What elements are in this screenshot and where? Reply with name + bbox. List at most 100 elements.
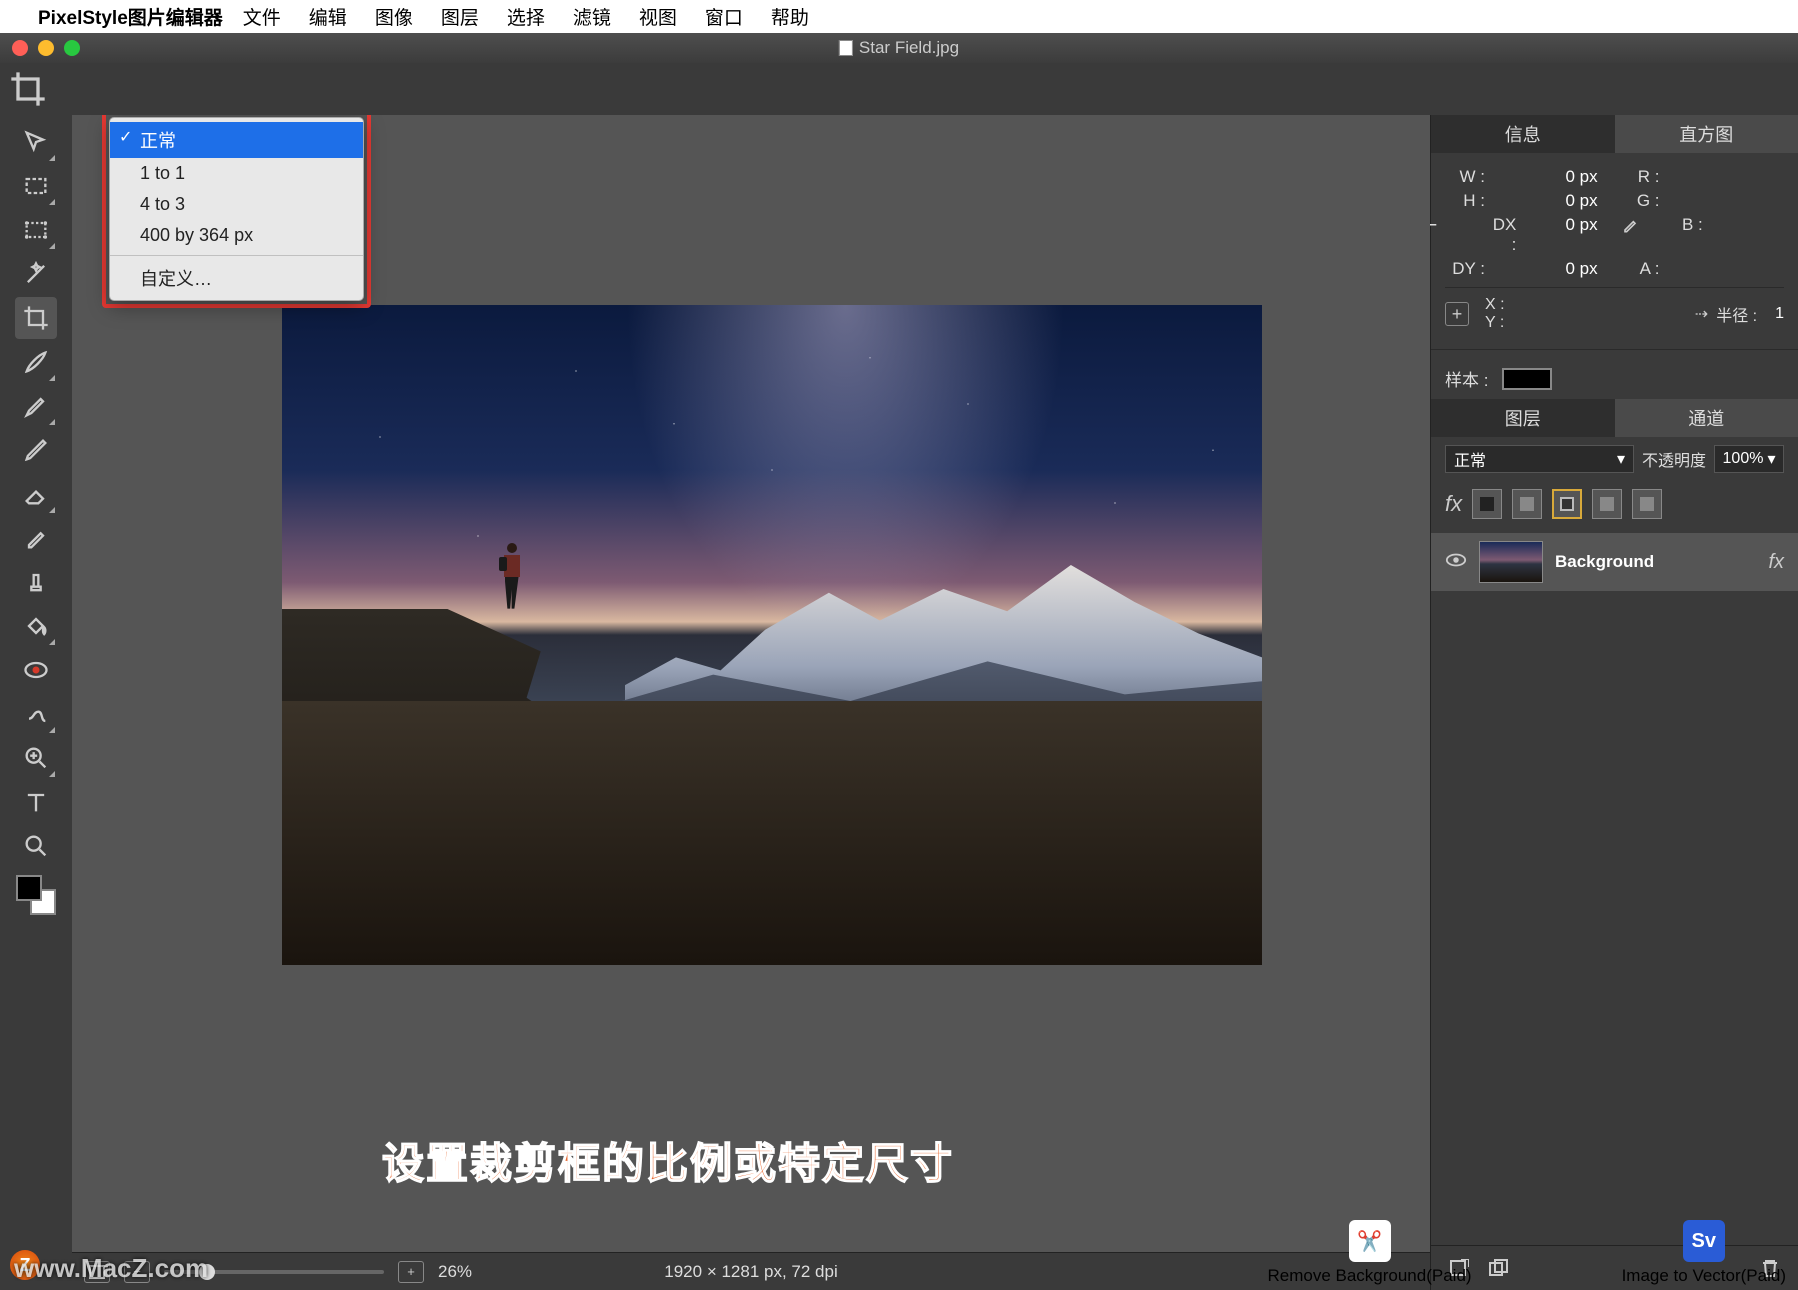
plugin-a-label: Remove Background(Paid) <box>1267 1266 1471 1286</box>
info-r <box>1740 167 1784 187</box>
info-h: 0 px <box>1566 191 1610 211</box>
app-name[interactable]: PixelStyle图片编辑器 <box>38 3 223 30</box>
plugin-vector[interactable]: Sv Image to Vector(Paid) <box>1622 1220 1786 1286</box>
zoom-tool[interactable] <box>15 737 57 779</box>
layer-name: Background <box>1555 552 1756 572</box>
minimize-window-button[interactable] <box>38 40 54 56</box>
blend-mode-select[interactable]: 正常▾ <box>1445 445 1634 473</box>
foreground-color[interactable] <box>16 875 42 901</box>
menu-layer[interactable]: 图层 <box>441 3 479 30</box>
info-b <box>1740 215 1784 255</box>
scissors-icon: ✂️ <box>1349 1220 1391 1262</box>
menu-help[interactable]: 帮助 <box>771 3 809 30</box>
add-sample-button[interactable]: + <box>1445 302 1469 326</box>
eyedropper-tool[interactable] <box>15 517 57 559</box>
zoom-window-button[interactable] <box>64 40 80 56</box>
os-menubar: PixelStyle图片编辑器 文件 编辑 图像 图层 选择 滤镜 视图 窗口 … <box>0 0 1798 33</box>
layer-list: Background fx <box>1431 527 1798 597</box>
window-controls <box>12 40 80 56</box>
opacity-label: 不透明度 <box>1642 447 1706 471</box>
canvas-area: 正常 1 to 1 4 to 3 400 by 364 px 自定义… 设置裁剪… <box>72 115 1430 1290</box>
layers-tabs: 图层 通道 <box>1431 399 1798 437</box>
watermark: www.MacZ.com <box>14 1253 208 1284</box>
dropdown-item-custom[interactable]: 自定义… <box>110 260 363 296</box>
smudge-tool[interactable] <box>15 693 57 735</box>
fx-icon[interactable]: fx <box>1445 491 1462 517</box>
image-dimensions: 1920 × 1281 px, 72 dpi <box>664 1262 837 1282</box>
pencil-tool[interactable] <box>15 429 57 471</box>
menu-select[interactable]: 选择 <box>507 3 545 30</box>
document-image[interactable] <box>282 305 1262 965</box>
layer-controls: 正常▾ 不透明度 100%▾ <box>1431 437 1798 481</box>
fx-opt-5[interactable] <box>1632 489 1662 519</box>
opacity-value[interactable]: 100%▾ <box>1714 445 1784 473</box>
lasso-tool[interactable] <box>15 209 57 251</box>
redeye-tool[interactable] <box>15 649 57 691</box>
info-w: 0 px <box>1566 167 1610 187</box>
canvas[interactable]: 正常 1 to 1 4 to 3 400 by 364 px 自定义… 设置裁剪… <box>72 115 1430 1252</box>
aspect-dropdown-highlight: 正常 1 to 1 4 to 3 400 by 364 px 自定义… <box>102 115 371 308</box>
dropdown-item-1to1[interactable]: 1 to 1 <box>110 158 363 189</box>
crop-tool-indicator-icon <box>8 69 48 109</box>
sv-icon: Sv <box>1683 1220 1725 1262</box>
right-panels: 信息 直方图 W :0 px R : H :0 px G : ↽DX :0 px… <box>1430 115 1798 1290</box>
menu-filter[interactable]: 滤镜 <box>573 3 611 30</box>
info-a <box>1740 259 1784 279</box>
blend-mode-value: 正常 <box>1454 447 1486 471</box>
brush-tool[interactable] <box>15 341 57 383</box>
menu-image[interactable]: 图像 <box>375 3 413 30</box>
stamp-tool[interactable] <box>15 561 57 603</box>
fx-opt-3[interactable] <box>1552 489 1582 519</box>
layer-fx-icon[interactable]: fx <box>1768 551 1784 574</box>
crop-tool[interactable] <box>15 297 57 339</box>
rect-select-tool[interactable] <box>15 165 57 207</box>
file-icon <box>839 40 853 56</box>
menu-file[interactable]: 文件 <box>243 3 281 30</box>
info-g <box>1740 191 1784 211</box>
window-title-text: Star Field.jpg <box>859 38 959 58</box>
aspect-ratio-dropdown[interactable]: 正常 1 to 1 4 to 3 400 by 364 px 自定义… <box>109 117 364 301</box>
layer-visibility-icon[interactable] <box>1445 552 1467 573</box>
menu-view[interactable]: 视图 <box>639 3 677 30</box>
eraser-tool[interactable] <box>15 473 57 515</box>
menu-edit[interactable]: 编辑 <box>309 3 347 30</box>
layer-row-background[interactable]: Background fx <box>1431 533 1798 591</box>
tab-channels[interactable]: 通道 <box>1615 399 1798 437</box>
magic-wand-tool[interactable] <box>15 253 57 295</box>
dropdown-item-4to3[interactable]: 4 to 3 <box>110 189 363 220</box>
tab-info[interactable]: 信息 <box>1431 115 1615 153</box>
sample-row: 样本 : <box>1431 358 1798 399</box>
paintbrush-tool[interactable] <box>15 385 57 427</box>
tab-layers[interactable]: 图层 <box>1431 399 1615 437</box>
zoom-in-button[interactable]: + <box>398 1261 424 1283</box>
fx-opt-4[interactable] <box>1592 489 1622 519</box>
info-panel: W :0 px R : H :0 px G : ↽DX :0 px B : DY… <box>1431 153 1798 341</box>
layer-fx-row: fx <box>1431 481 1798 527</box>
toolbox <box>0 115 72 1290</box>
layer-thumbnail <box>1479 541 1543 583</box>
info-tabs: 信息 直方图 <box>1431 115 1798 153</box>
dropdown-item-pixels[interactable]: 400 by 364 px <box>110 220 363 251</box>
zoom2-tool[interactable] <box>15 825 57 867</box>
tab-histogram[interactable]: 直方图 <box>1615 115 1798 153</box>
zoom-value: 26% <box>438 1262 472 1282</box>
window-title: Star Field.jpg <box>839 38 959 58</box>
close-window-button[interactable] <box>12 40 28 56</box>
bucket-tool[interactable] <box>15 605 57 647</box>
app-window: Star Field.jpg <box>0 33 1798 1290</box>
plugin-remove-bg[interactable]: ✂️ Remove Background(Paid) <box>1267 1220 1471 1286</box>
text-tool[interactable] <box>15 781 57 823</box>
menu-window[interactable]: 窗口 <box>705 3 743 30</box>
fx-opt-1[interactable] <box>1472 489 1502 519</box>
annotation-caption: 设置裁剪框的比例或特定尺寸 <box>382 1130 954 1191</box>
titlebar: Star Field.jpg <box>0 33 1798 63</box>
fx-opt-2[interactable] <box>1512 489 1542 519</box>
plugin-b-label: Image to Vector(Paid) <box>1622 1266 1786 1286</box>
color-swatches[interactable] <box>16 875 56 915</box>
radius-label: 半径 : <box>1716 302 1757 326</box>
move-tool[interactable] <box>15 121 57 163</box>
main-body: 正常 1 to 1 4 to 3 400 by 364 px 自定义… 设置裁剪… <box>0 115 1798 1290</box>
options-bar <box>0 63 1798 115</box>
dropdown-item-normal[interactable]: 正常 <box>110 122 363 158</box>
sample-swatch[interactable] <box>1502 368 1552 390</box>
